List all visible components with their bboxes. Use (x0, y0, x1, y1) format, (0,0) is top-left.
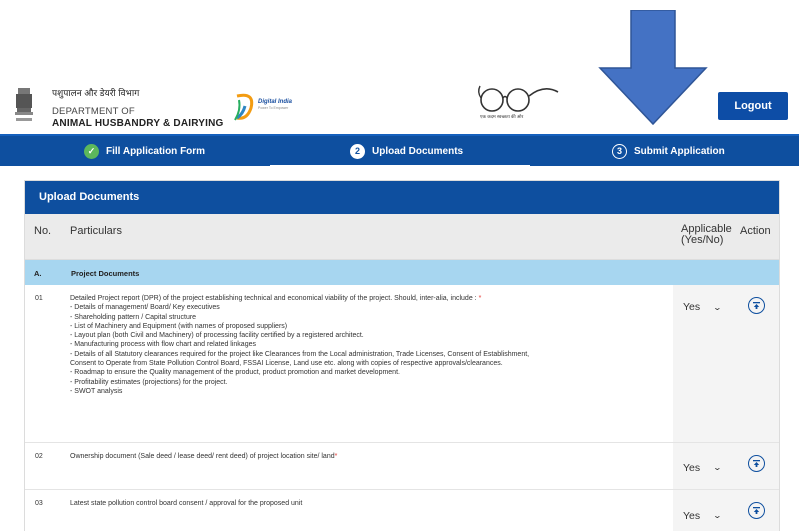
description-line: - SWOT analysis (70, 387, 123, 395)
description-line: - Manufacturing process with flow chart … (70, 341, 256, 349)
description-line: - Details of all Statutory clearances re… (70, 350, 530, 358)
applicable-value: Yes (683, 461, 701, 474)
column-header-no: No. (25, 214, 61, 260)
description-line: - Roadmap to ensure the Quality manageme… (70, 369, 400, 377)
description-line: - List of Machinery and Equipment (with … (70, 322, 288, 330)
step-label: Upload Documents (372, 145, 464, 157)
action-cell (731, 489, 779, 531)
row-description: Detailed Project report (DPR) of the pro… (61, 285, 673, 443)
applicable-select[interactable]: Yes ⌄ (683, 301, 731, 313)
description-line: Ownership document (Sale deed / lease de… (70, 452, 335, 460)
active-step-indicator (270, 165, 530, 168)
action-cell (731, 442, 779, 490)
section-number: A. (25, 259, 61, 285)
applicable-select[interactable]: Yes ⌄ (683, 510, 731, 522)
description-line: Consent to Operate from State Pollution … (70, 360, 503, 368)
row-description: Ownership document (Sale deed / lease de… (61, 442, 673, 490)
swachh-bharat-text: एक कदम स्वच्छता की ओर (480, 114, 524, 119)
digital-india-icon (234, 93, 254, 121)
upload-icon[interactable] (747, 297, 765, 314)
digital-india-logo: Digital India Power To Empower (233, 90, 303, 124)
applicable-select[interactable]: Yes ⌄ (683, 462, 731, 474)
progress-steps-bar: ✓ Fill Application Form 2 Upload Documen… (0, 134, 799, 168)
upload-icon[interactable] (747, 501, 765, 519)
table-row: 03 Latest state pollution control board … (25, 489, 779, 531)
logout-button[interactable]: Logout (718, 92, 788, 120)
dept-line-2: ANIMAL HUSBANDRY & DAIRYING (52, 118, 224, 129)
column-header-action: Action (731, 214, 779, 260)
documents-table: No. Particulars Applicable (Yes/No) Acti… (25, 214, 779, 531)
swachh-bharat-logo: एक कदम स्वच्छता की ओर (472, 80, 560, 124)
chevron-down-icon: ⌄ (712, 463, 723, 472)
table-row: 01 Detailed Project report (DPR) of the … (25, 285, 779, 443)
required-mark: * (334, 452, 338, 460)
applicable-value: Yes (683, 301, 701, 313)
applicable-cell: Yes ⌄ (673, 285, 731, 443)
applicable-cell: Yes ⌄ (673, 442, 731, 490)
chevron-down-icon: ⌄ (712, 511, 723, 520)
applicable-value: Yes (683, 509, 701, 522)
site-header: पशुपालन और डेयरी विभाग DEPARTMENT OF ANI… (0, 0, 799, 134)
applicable-cell: Yes ⌄ (673, 489, 731, 531)
step-fill-application-form[interactable]: ✓ Fill Application Form (84, 136, 205, 166)
column-header-applicable: Applicable (Yes/No) (673, 214, 732, 260)
digital-india-text: Digital India (258, 99, 293, 105)
table-row: 02 Ownership document (Sale deed / lease… (25, 442, 779, 490)
required-mark: * (478, 295, 482, 302)
description-line: - Shareholding pattern / Capital structu… (70, 313, 197, 321)
description-line: Detailed Project report (DPR) of the pro… (70, 295, 477, 302)
step-number-badge: 2 (350, 143, 365, 159)
column-header-particulars: Particulars (61, 214, 673, 260)
dept-line-1: DEPARTMENT OF (52, 106, 135, 117)
step-label: Fill Application Form (106, 145, 206, 157)
chevron-down-icon: ⌄ (712, 302, 723, 312)
description-line: - Details of management/ Board/ Key exec… (70, 304, 220, 312)
row-number: 03 (25, 489, 61, 531)
swachh-bharat-glasses-icon (478, 85, 559, 112)
step-upload-documents[interactable]: 2 Upload Documents (350, 136, 463, 166)
card-title: Upload Documents (25, 181, 779, 214)
digital-india-subtext: Power To Empower (258, 106, 289, 110)
row-number: 02 (25, 442, 61, 490)
description-line: - Profitability estimates (projections) … (70, 378, 228, 386)
section-row: A. Project Documents (25, 259, 779, 285)
action-cell (731, 285, 779, 443)
check-icon: ✓ (84, 143, 99, 159)
down-arrow-annotation (598, 10, 708, 126)
description-line: - Layout plan (both Civil and Machinery)… (70, 332, 364, 340)
row-description: Latest state pollution control board con… (61, 489, 673, 531)
national-emblem-icon (15, 88, 33, 121)
upload-icon[interactable] (747, 454, 765, 472)
table-header-row: No. Particulars Applicable (Yes/No) Acti… (25, 214, 779, 260)
row-number: 01 (25, 285, 61, 443)
step-label: Submit Application (634, 145, 725, 157)
department-name: पशुपालन और डेयरी विभाग DEPARTMENT OF ANI… (52, 86, 224, 129)
step-submit-application[interactable]: 3 Submit Application (612, 136, 725, 166)
description-line: Latest state pollution control board con… (70, 499, 303, 507)
upload-documents-card: Upload Documents No. Particulars Applica… (24, 180, 780, 531)
section-title: Project Documents (61, 259, 673, 285)
dept-hindi-name: पशुपालन और डेयरी विभाग (52, 88, 140, 98)
step-number-badge: 3 (612, 143, 627, 159)
